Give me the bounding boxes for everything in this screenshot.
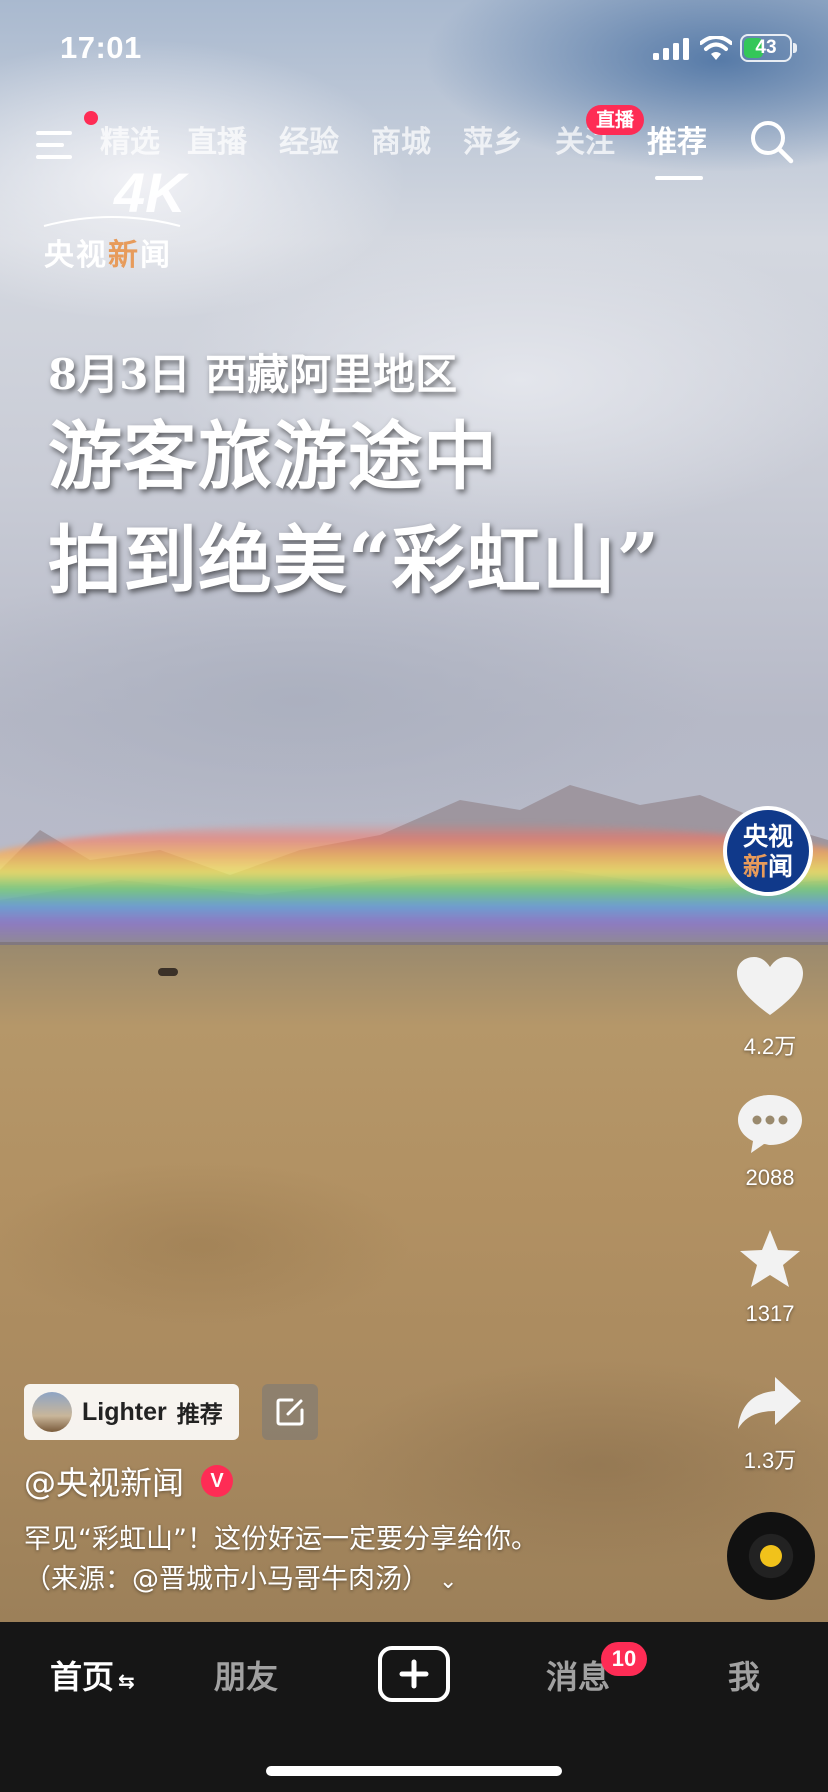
share-button[interactable]: 1.3万	[730, 1373, 810, 1475]
creator-avatar[interactable]: 央视 新闻	[723, 806, 813, 896]
cctv-4k-watermark: 4K 央视新闻	[40, 160, 190, 273]
menu-notification-dot	[84, 111, 98, 125]
menu-icon[interactable]	[34, 125, 78, 165]
recommender-tag: 推荐	[176, 1402, 223, 1428]
tab-home[interactable]: 首页 ⇆	[50, 1652, 135, 1702]
tab-mall[interactable]: 商城	[371, 121, 431, 165]
create-button[interactable]	[378, 1646, 450, 1702]
edit-note-button[interactable]	[262, 1384, 318, 1440]
description-line-2: （来源：@晋城市小马哥牛肉汤） ⌄	[24, 1560, 538, 1602]
comment-count: 2088	[745, 1165, 795, 1190]
tab-me[interactable]: 我	[728, 1652, 760, 1702]
edit-icon	[276, 1398, 304, 1426]
battery-nub	[793, 43, 797, 53]
video-description[interactable]: 罕见“彩虹山”！这份好运一定要分享给你。 （来源：@晋城市小马哥牛肉汤） ⌄	[24, 1520, 538, 1602]
home-indicator	[266, 1766, 562, 1776]
tab-local-city[interactable]: 萍乡	[463, 121, 523, 165]
description-line-1: 罕见“彩虹山”！这份好运一定要分享给你。	[24, 1524, 538, 1555]
comment-button[interactable]: 2088	[730, 1091, 810, 1191]
battery-icon: 43	[740, 34, 792, 62]
watermark-arc	[43, 216, 181, 227]
favorite-count: 1317	[745, 1301, 795, 1326]
following-live-badge: 直播	[586, 105, 645, 135]
expand-chevron-icon[interactable]: ⌄	[439, 1562, 457, 1602]
recommender-avatar	[32, 1392, 72, 1432]
cellular-signal-icon	[653, 38, 689, 60]
search-icon[interactable]	[749, 119, 795, 165]
verified-badge: V	[201, 1465, 233, 1497]
favorite-button[interactable]: 1317	[730, 1227, 810, 1327]
distant-animal	[158, 968, 178, 976]
active-tab-indicator	[655, 176, 703, 180]
like-count: 4.2万	[743, 1034, 797, 1059]
avatar-logo: 央视 新闻	[742, 822, 794, 881]
tab-live[interactable]: 直播	[187, 121, 247, 165]
star-icon	[740, 1230, 800, 1287]
status-bar: 17:01 43	[0, 0, 828, 100]
like-button[interactable]: 4.2万	[730, 955, 810, 1061]
messages-badge: 10	[601, 1642, 647, 1676]
headline-line-1: 游客旅游途中	[48, 414, 498, 500]
plus-icon	[399, 1659, 429, 1689]
swap-icon: ⇆	[118, 1669, 135, 1693]
comment-icon	[738, 1095, 802, 1153]
music-disc-label	[760, 1545, 782, 1567]
music-disc[interactable]	[727, 1512, 815, 1600]
status-time: 17:01	[60, 30, 142, 65]
watermark-brand: 央视新闻	[44, 238, 172, 273]
rainbow	[0, 822, 828, 942]
recommender-chip[interactable]: Lighter 推荐	[24, 1384, 239, 1440]
heart-icon	[737, 957, 803, 1015]
share-arrow-icon	[738, 1377, 801, 1429]
battery-percent: 43	[755, 37, 777, 58]
headline-date-location: 8月3日 西藏阿里地区	[48, 350, 458, 399]
recommender-name: Lighter	[82, 1397, 167, 1426]
wifi-icon	[700, 36, 732, 60]
headline-line-2: 拍到绝美“彩虹山”	[48, 518, 661, 604]
tab-recommended[interactable]: 推荐	[647, 121, 707, 165]
tab-experience[interactable]: 经验	[279, 121, 339, 165]
tab-friends[interactable]: 朋友	[214, 1652, 278, 1702]
author-handle[interactable]: @央视新闻	[24, 1458, 184, 1504]
share-count: 1.3万	[743, 1448, 797, 1473]
video-headline: 8月3日 西藏阿里地区 游客旅游途中 拍到绝美“彩虹山”	[48, 345, 808, 613]
tab-featured[interactable]: 精选	[100, 121, 160, 165]
